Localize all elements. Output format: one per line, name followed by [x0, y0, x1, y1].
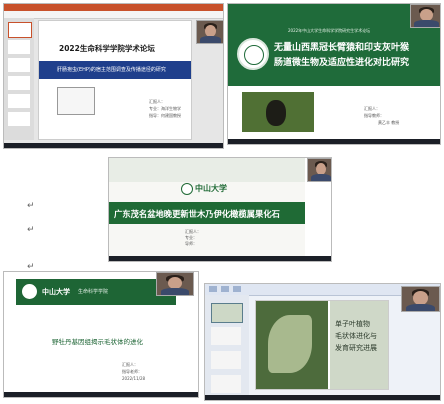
title-line: 发育研究进展 [335, 344, 377, 352]
info-advisor: 导师： [185, 241, 197, 246]
text-panel: 单子叶植物 毛状体进化与 发育研究进展 [330, 301, 388, 389]
logo-subtext: 生命科学学院 [78, 289, 109, 295]
screenshot-presentation-1: 2022生命科学学院学术论坛 肝肠孢虫(EHP)的宿主范围调查及传播途径的研究 … [3, 3, 224, 149]
info-reporter: 汇报人： [364, 106, 380, 111]
title-line-2: 肠道微生物及适应性进化对比研究 [274, 58, 410, 68]
slide-thumbnail[interactable] [8, 76, 30, 90]
slide-canvas: 中山大学 广东茂名盆地晚更新世木乃伊化橄榄属果化石 汇报人： 专业： 导师： [109, 158, 305, 258]
leaf-shape [268, 315, 312, 373]
webcam-video [410, 4, 440, 28]
header-gradient [109, 158, 305, 182]
slide-thumbnail[interactable] [8, 94, 30, 108]
info-advisor: 指导：何建国教授 [149, 113, 181, 118]
title-banner: 肝肠孢虫(EHP)的宿主范围调查及传播途径的研究 [39, 61, 191, 79]
ribbon-bar [4, 4, 223, 11]
title-line: 毛状体进化与 [335, 332, 377, 340]
seal-icon [244, 45, 264, 65]
slide-thumbnail[interactable] [8, 40, 30, 54]
header-band: 中山大学 生命科学学院 [16, 279, 176, 305]
slide-thumbnail[interactable] [211, 327, 241, 345]
university-seal [237, 38, 269, 70]
monkey-silhouette [266, 100, 286, 126]
plant-photo [256, 301, 328, 389]
taskbar [228, 139, 440, 144]
slide-canvas: 单子叶植物 毛状体进化与 发育研究进展 [255, 300, 389, 390]
paragraph-mark: ↵ [27, 201, 35, 211]
screenshot-presentation-5: 单子叶植物 毛状体进化与 发育研究进展 [204, 283, 441, 401]
toolbar-button[interactable] [209, 286, 217, 292]
info-advisor-name: 黄乙丰 教授 [378, 120, 400, 125]
taskbar [205, 395, 440, 400]
webcam-video [307, 158, 331, 182]
paragraph-mark: ↵ [27, 225, 35, 235]
university-logo [22, 284, 37, 299]
info-date: 2022/11/28 [122, 376, 146, 381]
taskbar [4, 143, 223, 148]
taskbar [109, 256, 331, 261]
info-advisor: 指导教师： [364, 113, 384, 118]
university-logo [181, 183, 193, 195]
slide-thumbnail[interactable] [8, 58, 30, 72]
thumbnail-pane [4, 18, 34, 140]
forum-line: 2022年中山大学生命科学学院研究生学术论坛 [288, 28, 371, 33]
slide-thumbnail[interactable] [211, 351, 241, 369]
slide-title: 野牡丹基因组揭示毛状体的进化 [52, 338, 143, 346]
screenshot-presentation-4: 中山大学 生命科学学院 野牡丹基因组揭示毛状体的进化 汇报人： 指导老师： 20… [3, 271, 199, 398]
slide-title: 广东茂名盆地晚更新世木乃伊化橄榄属果化石 [114, 209, 280, 219]
toolbar-button[interactable] [221, 286, 229, 292]
toolbar-button[interactable] [233, 286, 241, 292]
info-reporter: 汇报人： [149, 99, 165, 104]
slide-canvas: 2022生命科学学院学术论坛 肝肠孢虫(EHP)的宿主范围调查及传播途径的研究 … [38, 20, 192, 140]
slide-thumbnail[interactable] [8, 22, 32, 38]
webcam-video [196, 20, 223, 44]
slide-thumbnail[interactable] [211, 303, 243, 323]
banner-text: 肝肠孢虫(EHP)的宿主范围调查及传播途径的研究 [57, 67, 166, 73]
screenshot-presentation-2: 2022年中山大学生命科学学院研究生学术论坛 无量山西黑冠长臂猿和印支灰叶猴 肠… [227, 3, 441, 145]
webcam-video [401, 286, 440, 312]
slide-title: 2022生命科学学院学术论坛 [59, 44, 155, 53]
screenshot-presentation-3: 中山大学 广东茂名盆地晚更新世木乃伊化橄榄属果化石 汇报人： 专业： 导师： [108, 157, 332, 262]
title-line: 单子叶植物 [335, 320, 370, 328]
slide-thumbnail[interactable] [8, 112, 30, 126]
info-reporter: 汇报人： [122, 362, 138, 367]
info-major: 专业：海洋生物学 [149, 106, 181, 111]
webcam-video [156, 272, 194, 296]
title-band: 广东茂名盆地晚更新世木乃伊化橄榄属果化石 [109, 202, 305, 224]
thumbnail-pane [205, 295, 249, 395]
logo-text: 中山大学 [195, 184, 227, 193]
header-band: 2022年中山大学生命科学学院研究生学术论坛 无量山西黑冠长臂猿和印支灰叶猴 肠… [228, 4, 440, 86]
taskbar [4, 392, 198, 397]
chat-popup [57, 87, 95, 115]
info-advisor: 指导老师： [122, 369, 142, 374]
title-line-1: 无量山西黑冠长臂猿和印支灰叶猴 [274, 43, 410, 53]
logo-text: 中山大学 [42, 288, 70, 296]
ribbon-tools [4, 11, 223, 19]
monkey-photo [242, 92, 314, 132]
slide-thumbnail[interactable] [211, 375, 241, 393]
